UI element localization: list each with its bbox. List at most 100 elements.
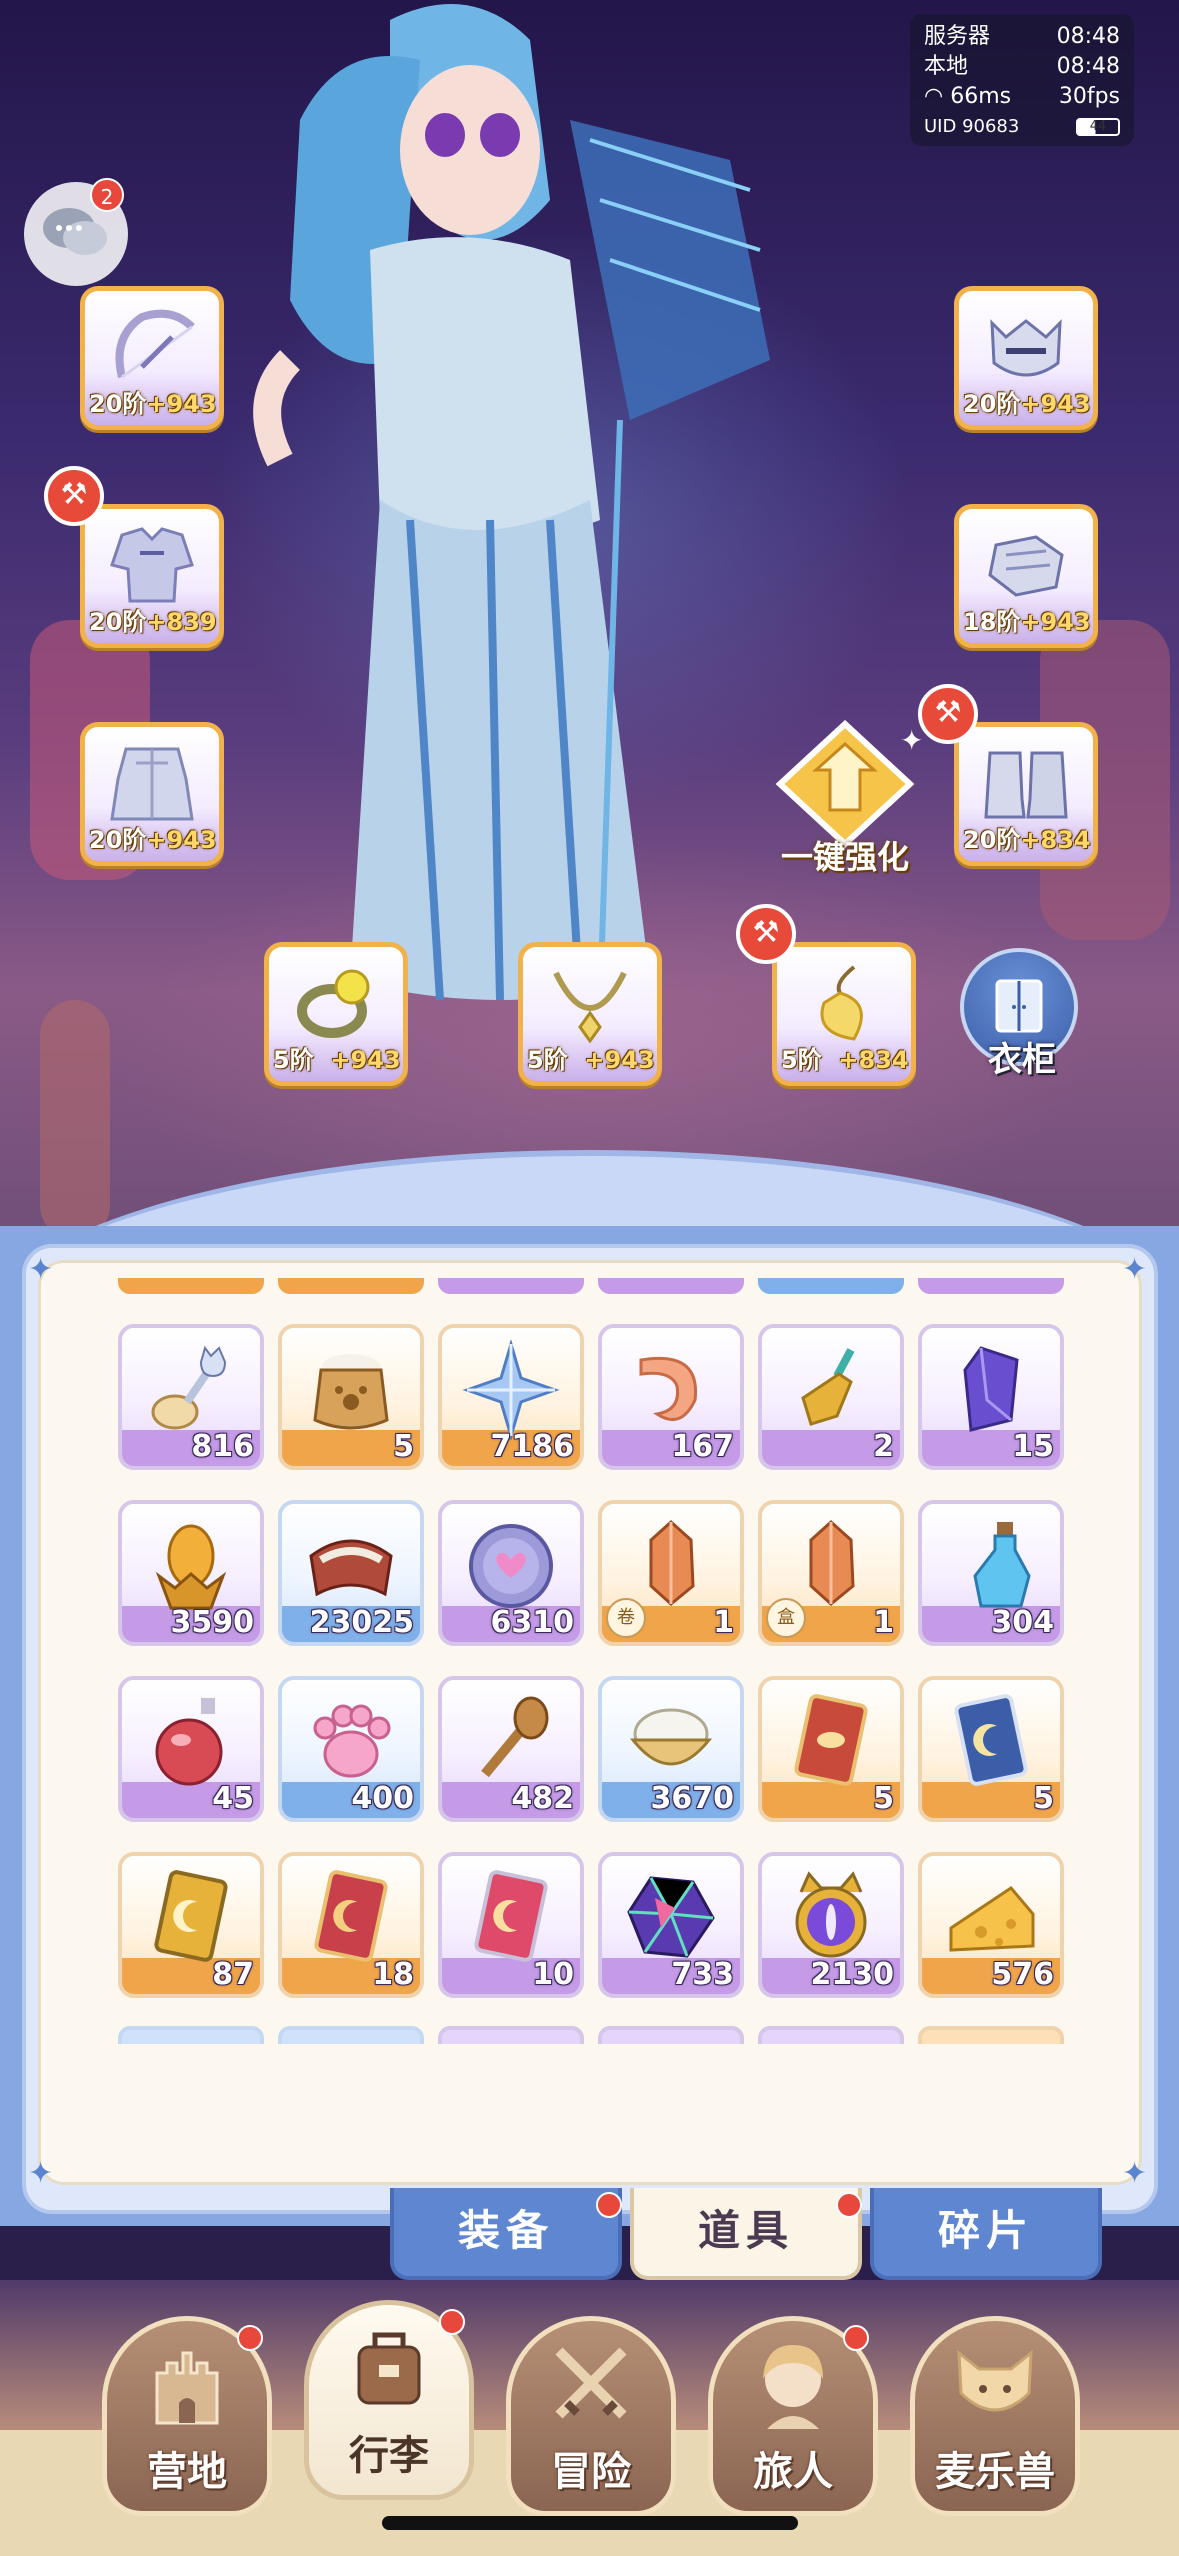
partial-item-bottom bbox=[438, 2026, 584, 2044]
notification-dot bbox=[237, 2325, 263, 2351]
inventory-item[interactable]: 3670 bbox=[598, 1676, 744, 1822]
inventory-item[interactable]: 23025 bbox=[278, 1500, 424, 1646]
item-count: 18 bbox=[372, 1957, 414, 1992]
slot-bonus: +834 bbox=[1020, 826, 1091, 854]
inventory-item[interactable]: 576 bbox=[918, 1852, 1064, 1998]
inventory-item[interactable]: 167 bbox=[598, 1324, 744, 1470]
equip-slot-weapon[interactable]: 20阶+943 bbox=[80, 286, 224, 430]
pink-paw-icon bbox=[313, 1704, 391, 1778]
slot-tier: 20阶 bbox=[963, 390, 1021, 418]
wardrobe-label: 衣柜 bbox=[988, 1040, 1056, 1080]
wardrobe-icon bbox=[995, 979, 1043, 1033]
character-figure[interactable] bbox=[170, 0, 810, 1040]
item-count: 733 bbox=[671, 1957, 734, 1992]
inventory-item[interactable]: 盒 1 bbox=[758, 1500, 904, 1646]
slot-bonus: +943 bbox=[1020, 390, 1091, 418]
inventory-item[interactable]: 15 bbox=[918, 1324, 1064, 1470]
tab-label: 装备 bbox=[457, 2206, 554, 2255]
tab-fragments[interactable]: 碎片 bbox=[870, 2188, 1102, 2280]
item-count: 482 bbox=[511, 1781, 574, 1816]
nav-camp[interactable]: 营地 bbox=[102, 2316, 272, 2516]
slot-bonus: +834 bbox=[838, 1046, 909, 1074]
tab-equipment[interactable]: 装备 bbox=[390, 2188, 622, 2280]
chat-button[interactable]: 2 bbox=[24, 178, 128, 286]
corner-ornament-icon: ✦ bbox=[28, 2156, 54, 2191]
enhance-label: 一键强化 bbox=[780, 838, 909, 876]
item-count: 3670 bbox=[650, 1781, 735, 1816]
wardrobe-button[interactable]: 衣柜 bbox=[960, 948, 1084, 1080]
tab-label: 道具 bbox=[697, 2206, 794, 2255]
castle-icon bbox=[155, 2351, 219, 2425]
accessory-slot-charm[interactable]: 5阶 +834 bbox=[772, 942, 916, 1086]
inventory-item[interactable]: 816 bbox=[118, 1324, 264, 1470]
inventory-item[interactable]: 18 bbox=[278, 1852, 424, 1998]
item-count: 1 bbox=[873, 1605, 894, 1640]
slot-tier: 18阶 bbox=[963, 608, 1021, 636]
item-count: 15 bbox=[1012, 1429, 1054, 1464]
inventory-item[interactable]: 5 bbox=[918, 1676, 1064, 1822]
upgrade-hammer-icon[interactable]: ⚒ bbox=[44, 466, 104, 526]
red-eye-card-icon bbox=[794, 1694, 868, 1786]
partial-item-top bbox=[598, 1278, 744, 1294]
rice-bowl-icon bbox=[629, 1708, 713, 1766]
notification-dot bbox=[596, 2192, 622, 2218]
inventory-item[interactable]: 5 bbox=[278, 1324, 424, 1470]
golden-trowel-icon bbox=[801, 1348, 855, 1426]
coral-bottom-left bbox=[40, 1000, 110, 1240]
notification-dot bbox=[836, 2192, 862, 2218]
item-mark: 盒 bbox=[766, 1598, 806, 1638]
item-count: 2 bbox=[873, 1429, 894, 1464]
inventory-item[interactable]: 6310 bbox=[438, 1500, 584, 1646]
inventory-item[interactable]: 2 bbox=[758, 1324, 904, 1470]
upgrade-hammer-icon[interactable]: ⚒ bbox=[736, 904, 796, 964]
slot-tier: 20阶 bbox=[89, 826, 147, 854]
inventory-item[interactable]: 733 bbox=[598, 1852, 744, 1998]
accessory-slot-necklace[interactable]: 5阶 +943 bbox=[518, 942, 662, 1086]
inventory-item[interactable]: 87 bbox=[118, 1852, 264, 1998]
equip-slot-chest[interactable]: 20阶+839 bbox=[80, 504, 224, 648]
fps-value: 30fps bbox=[1058, 84, 1120, 109]
local-time: 08:48 bbox=[1056, 54, 1120, 79]
ice-star-crystal-icon bbox=[462, 1340, 560, 1440]
partial-item-top bbox=[758, 1278, 904, 1294]
equip-slot-boots[interactable]: 20阶+834 bbox=[954, 722, 1098, 866]
nav-traveler[interactable]: 旅人 bbox=[708, 2316, 878, 2516]
helmet-icon bbox=[990, 319, 1062, 377]
home-indicator[interactable] bbox=[382, 2516, 798, 2530]
partial-item-bottom bbox=[918, 2026, 1064, 2044]
heart-coin-icon bbox=[469, 1524, 553, 1608]
inventory-item[interactable]: 2130 bbox=[758, 1852, 904, 1998]
armor-robe-icon bbox=[110, 747, 194, 821]
status-hud: 服务器 08:48 本地 08:48 ◠ 66ms 30fps UID 90683 44 bbox=[910, 14, 1134, 146]
equip-slot-robe[interactable]: 20阶+943 bbox=[80, 722, 224, 866]
uid-value: UID 90683 bbox=[924, 116, 1020, 137]
partial-item-top bbox=[118, 1278, 264, 1294]
slot-bonus: +943 bbox=[146, 826, 217, 854]
nav-mailebeast[interactable]: 麦乐兽 bbox=[910, 2316, 1080, 2516]
inventory-item[interactable]: 3590 bbox=[118, 1500, 264, 1646]
svg-text:✦: ✦ bbox=[900, 724, 923, 757]
slot-tier: 5阶 bbox=[527, 1046, 568, 1074]
accessory-slot-ring[interactable]: 5阶 +943 bbox=[264, 942, 408, 1086]
inventory-item[interactable]: 5 bbox=[758, 1676, 904, 1822]
tab-label: 碎片 bbox=[937, 2206, 1034, 2255]
equip-slot-helmet[interactable]: 20阶+943 bbox=[954, 286, 1098, 430]
item-count: 87 bbox=[212, 1957, 254, 1992]
wooden-spoon-icon bbox=[481, 1696, 549, 1778]
equip-slot-gloves[interactable]: 18阶+943 bbox=[954, 504, 1098, 648]
tab-items[interactable]: 道具 bbox=[630, 2188, 862, 2280]
inventory-item[interactable]: 400 bbox=[278, 1676, 424, 1822]
cat-face-icon bbox=[957, 2349, 1033, 2412]
inventory-item[interactable]: 304 bbox=[918, 1500, 1064, 1646]
inventory-item[interactable]: 482 bbox=[438, 1676, 584, 1822]
one-click-enhance-button[interactable]: ✦ 一键强化 bbox=[760, 719, 930, 880]
inventory-item[interactable]: 45 bbox=[118, 1676, 264, 1822]
nav-adventure[interactable]: 冒险 bbox=[506, 2316, 676, 2516]
inventory-item[interactable]: 7186 bbox=[438, 1324, 584, 1470]
crossed-swords-icon bbox=[555, 2347, 627, 2419]
chat-badge: 2 bbox=[90, 178, 124, 212]
inventory-item[interactable]: 10 bbox=[438, 1852, 584, 1998]
nav-luggage[interactable]: 行李 bbox=[304, 2300, 474, 2500]
inventory-item[interactable]: 卷 1 bbox=[598, 1500, 744, 1646]
corner-ornament-icon: ✦ bbox=[28, 1252, 54, 1287]
